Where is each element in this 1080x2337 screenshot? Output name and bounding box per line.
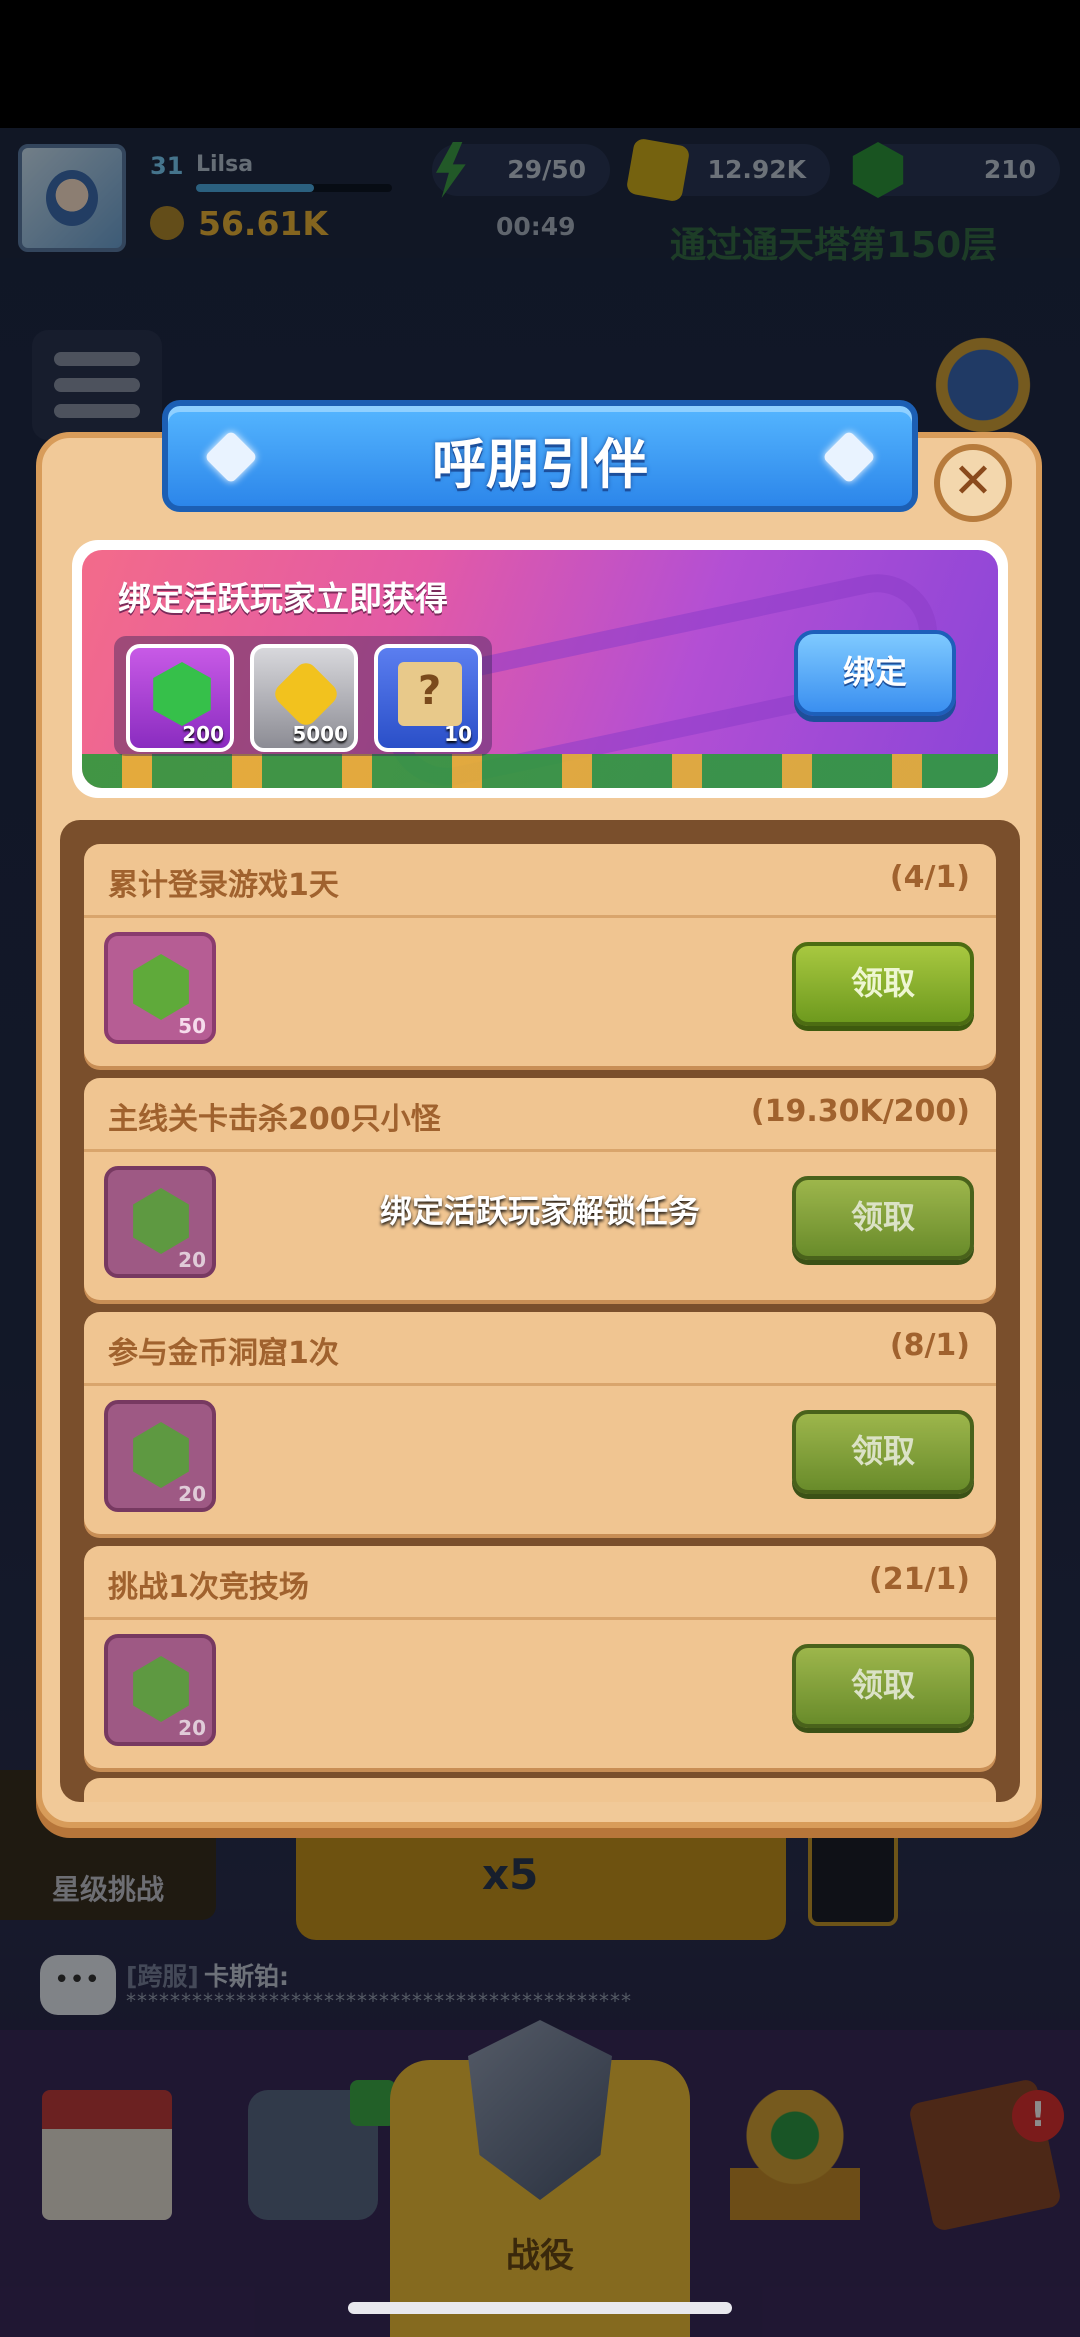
task-progress: (8/1) (889, 1328, 970, 1363)
modal-title-banner: 呼朋引伴 (162, 400, 918, 512)
task-title: 主线关卡击杀200只小怪 (108, 1102, 441, 1137)
task-list[interactable]: 累计登录游戏1天 (4/1) 50 领取 主线关卡击杀200只小怪 (19.30… (60, 820, 1020, 1802)
task-item: 挑战1次竞技场 (21/1) 20 领取 (84, 1546, 996, 1768)
task-lock-note: 绑定活跃玩家解锁任务 (379, 1192, 700, 1230)
reward-coin: 5000 (250, 644, 358, 752)
task-item-partial (84, 1778, 996, 1802)
bind-button[interactable]: 绑定 (794, 630, 956, 716)
task-title: 累计登录游戏1天 (108, 868, 339, 903)
reward-amount: 10 (444, 722, 472, 746)
claim-button[interactable]: 领取 (792, 1410, 974, 1494)
modal-title: 呼朋引伴 (432, 433, 648, 496)
bind-reward-banner: 绑定活跃玩家立即获得 200 5000 10 绑定 (72, 540, 1008, 798)
task-title: 参与金币洞窟1次 (108, 1336, 339, 1371)
home-indicator[interactable] (348, 2302, 732, 2314)
green-gem-icon (133, 1656, 189, 1722)
task-reward: 20 (104, 1400, 216, 1512)
reward-amount: 20 (178, 1248, 206, 1272)
claim-button[interactable]: 领取 (792, 1644, 974, 1728)
bind-reward-list: 200 5000 10 (114, 636, 492, 756)
close-icon: ✕ (952, 453, 994, 509)
task-item: 参与金币洞窟1次 (8/1) 20 领取 (84, 1312, 996, 1534)
gold-coin-icon (270, 658, 342, 730)
reward-amount: 5000 (292, 722, 348, 746)
task-reward: 20 (104, 1634, 216, 1746)
close-button[interactable]: ✕ (934, 444, 1012, 522)
green-gem-icon (133, 1422, 189, 1488)
task-progress: (19.30K/200) (750, 1094, 970, 1129)
claim-button[interactable]: 领取 (792, 942, 974, 1026)
green-gem-icon (133, 954, 189, 1020)
reward-amount: 200 (182, 722, 224, 746)
reward-scroll: 10 (374, 644, 482, 752)
task-reward: 50 (104, 932, 216, 1044)
task-item: 累计登录游戏1天 (4/1) 50 领取 (84, 844, 996, 1066)
reward-amount: 20 (178, 1716, 206, 1740)
reward-amount: 50 (178, 1014, 206, 1038)
green-gem-icon (153, 662, 211, 726)
reward-gem: 200 (126, 644, 234, 752)
mystery-scroll-icon (398, 662, 462, 726)
task-title: 挑战1次竞技场 (108, 1570, 309, 1605)
treasure-pile-decoration (82, 754, 998, 788)
task-progress: (4/1) (889, 860, 970, 895)
bind-headline: 绑定活跃玩家立即获得 (118, 579, 448, 618)
reward-amount: 20 (178, 1482, 206, 1506)
task-progress: (21/1) (868, 1562, 970, 1597)
